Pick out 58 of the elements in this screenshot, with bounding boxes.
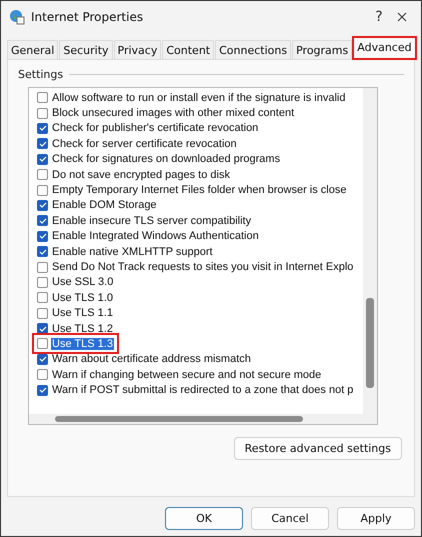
- setting-label[interactable]: Enable Integrated Windows Authentication: [51, 230, 260, 242]
- window-title: Internet Properties: [31, 10, 144, 24]
- vertical-scrollbar[interactable]: [363, 88, 377, 414]
- setting-label[interactable]: Use TLS 1.0: [51, 292, 114, 304]
- dialog-button[interactable]: OK: [165, 507, 243, 530]
- checkbox[interactable]: [37, 354, 48, 365]
- setting-label[interactable]: Warn if changing between secure and not secure mode: [51, 368, 322, 381]
- tab[interactable]: Advanced: [353, 37, 416, 59]
- checkbox[interactable]: [37, 369, 48, 380]
- checkbox[interactable]: [37, 108, 48, 119]
- checkbox[interactable]: [37, 200, 48, 211]
- checkbox[interactable]: [37, 338, 48, 350]
- checkbox[interactable]: [37, 92, 48, 104]
- checkbox[interactable]: [37, 276, 48, 288]
- setting-label[interactable]: Check for signatures on downloaded programs: [51, 153, 282, 166]
- globe-icon: [9, 9, 25, 25]
- tab[interactable]: Security: [59, 40, 113, 59]
- tab[interactable]: General: [7, 40, 58, 59]
- setting-label[interactable]: Enable native XMLHTTP support: [51, 246, 214, 258]
- checkbox[interactable]: [37, 184, 48, 196]
- setting-label[interactable]: Allow software to run or install even if the signature is invalid: [51, 92, 346, 104]
- checkbox[interactable]: [37, 323, 48, 334]
- setting-label[interactable]: Check for server certificate revocation: [51, 138, 238, 150]
- setting-label[interactable]: Check for publisher's certificate revocation: [51, 122, 260, 134]
- checkbox[interactable]: [37, 154, 48, 165]
- checkbox[interactable]: [37, 246, 48, 258]
- horizontal-scrollbar[interactable]: [29, 414, 377, 424]
- setting-label[interactable]: Enable DOM Storage: [51, 199, 158, 212]
- checkbox[interactable]: [37, 308, 48, 319]
- setting-label[interactable]: Do not save encrypted pages to disk: [51, 168, 231, 181]
- help-button[interactable]: ?: [367, 9, 391, 25]
- setting-label[interactable]: Use TLS 1.1: [51, 307, 114, 320]
- setting-label[interactable]: Warn if POST submittal is redirected to a zone that does not p: [51, 384, 354, 396]
- tab[interactable]: Privacy: [114, 40, 162, 59]
- setting-label[interactable]: Block unsecured images with other mixed content: [51, 107, 296, 120]
- checkbox[interactable]: [37, 262, 48, 272]
- checkbox[interactable]: [37, 138, 48, 150]
- setting-label[interactable]: Warn about certificate address mismatch: [51, 353, 252, 366]
- checkbox[interactable]: [37, 215, 48, 226]
- setting-label[interactable]: Use TLS 1.3: [51, 338, 114, 350]
- setting-label[interactable]: Send Do Not Track requests to sites you visit in Internet Explo: [51, 261, 354, 273]
- tab[interactable]: Connections: [215, 40, 292, 59]
- checkbox[interactable]: [37, 169, 48, 180]
- checkbox[interactable]: [37, 230, 48, 242]
- setting-label[interactable]: Enable insecure TLS server compatibility: [51, 214, 252, 227]
- close-icon[interactable]: [397, 12, 407, 22]
- setting-label[interactable]: Use SSL 3.0: [51, 276, 114, 288]
- checkbox[interactable]: [37, 384, 48, 396]
- dialog-button[interactable]: Apply: [337, 507, 415, 530]
- tab[interactable]: Content: [162, 40, 214, 59]
- setting-label[interactable]: Use TLS 1.2: [51, 322, 114, 335]
- checkbox[interactable]: [37, 292, 48, 304]
- dialog-button[interactable]: Cancel: [251, 507, 329, 530]
- restore-button[interactable]: Restore advanced settings: [234, 437, 402, 460]
- tab[interactable]: Programs: [292, 40, 352, 59]
- setting-label[interactable]: Empty Temporary Internet Files folder when browser is close: [51, 184, 348, 196]
- checkbox[interactable]: [37, 122, 48, 134]
- group-label: Settings: [18, 68, 64, 81]
